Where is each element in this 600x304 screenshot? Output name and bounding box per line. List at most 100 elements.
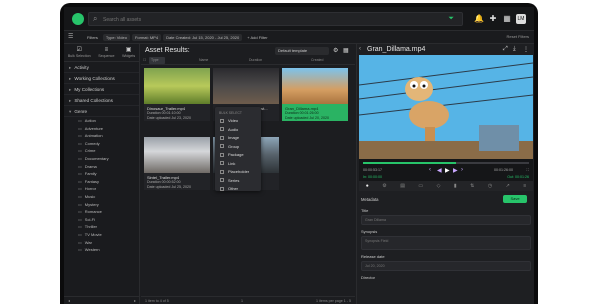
sequence-icon: ≡: [104, 47, 109, 53]
app-logo[interactable]: [72, 13, 84, 25]
asset-card-selected[interactable]: Gran_Dillama.mp4 Duration 00:01:26:00 Da…: [282, 68, 348, 121]
asset-results-panel: Asset Results: Default template ⚙ ▦ ☐ Ty…: [141, 44, 355, 304]
sidebar-item-shared-collections[interactable]: ▸ Shared Collections: [64, 95, 139, 106]
menu-item-group[interactable]: Group: [215, 143, 261, 152]
next-frame-icon[interactable]: ›: [461, 167, 463, 173]
rewind-icon[interactable]: ◀: [437, 167, 442, 174]
title-field[interactable]: Gran Dillama: [361, 215, 531, 225]
back-icon[interactable]: ‹: [359, 46, 361, 52]
tab-share-icon[interactable]: ↗: [506, 183, 510, 189]
progress-fill: [363, 162, 456, 164]
list-item[interactable]: ▭ Horror: [64, 185, 139, 193]
tab-widgets[interactable]: ▣ Widgets: [122, 47, 135, 58]
filter-chip[interactable]: Type: Video: [102, 34, 130, 41]
list-item[interactable]: ▭ Thriller: [64, 223, 139, 231]
tab-files-icon[interactable]: ▤: [400, 183, 405, 189]
list-item[interactable]: ▭ Romance: [64, 208, 139, 216]
asset-thumbnail: [144, 68, 210, 104]
select-all-checkbox[interactable]: ☐: [143, 58, 146, 62]
list-item[interactable]: ▭ Documentary: [64, 155, 139, 163]
settings-icon[interactable]: ⚙: [333, 47, 338, 54]
progress-bar[interactable]: [363, 162, 529, 164]
sidebar-item-genre[interactable]: ▾ Genre: [64, 106, 139, 117]
scroll-left-icon[interactable]: ◂: [68, 298, 70, 303]
forward-icon[interactable]: ▶: [453, 167, 458, 174]
scroll-right-icon[interactable]: ▸: [134, 297, 136, 304]
page-number[interactable]: 1: [241, 299, 243, 303]
folder-icon: ▭: [78, 163, 82, 169]
avatar-icon[interactable]: LM: [516, 14, 526, 24]
search-input[interactable]: [103, 14, 443, 25]
grid-view-icon[interactable]: ▦: [343, 47, 349, 54]
reset-filters-button[interactable]: Reset Filters: [507, 34, 529, 39]
column-duration[interactable]: Duration: [249, 58, 262, 62]
sidebar-item-working-collections[interactable]: ▸ Working Collections: [64, 73, 139, 84]
menu-item-package[interactable]: Package: [215, 151, 261, 160]
tab-history-icon[interactable]: ◷: [488, 183, 492, 189]
chevron-down-icon: ▾: [69, 109, 72, 114]
results-header: Asset Results: Default template ⚙ ▦: [141, 44, 355, 57]
filter-chip[interactable]: Date Created: Jul 15, 2020 - Jul 25, 202…: [163, 34, 243, 41]
tab-more-icon[interactable]: ≡: [523, 183, 526, 189]
folder-icon: ▭: [78, 216, 82, 222]
search-box[interactable]: ⌕ ⏷: [88, 12, 463, 26]
video-player[interactable]: [359, 55, 533, 159]
menu-item-series[interactable]: Series: [215, 177, 261, 186]
play-icon[interactable]: ▶: [445, 167, 450, 174]
template-select[interactable]: Default template: [275, 47, 329, 55]
add-filter-button[interactable]: + Add Filter: [244, 34, 270, 41]
asset-card[interactable]: Sintel_Trailer.mp4 Duration 00:00:52:00 …: [144, 137, 210, 190]
expand-icon[interactable]: ⤢: [503, 46, 508, 53]
plus-icon[interactable]: ✚: [488, 14, 498, 24]
list-item[interactable]: ▭ Comedy: [64, 140, 139, 148]
tab-sequence[interactable]: ≡ Sequence: [98, 47, 114, 58]
download-icon[interactable]: ⤓: [513, 46, 516, 53]
list-item[interactable]: ▭ Drama: [64, 163, 139, 171]
save-button[interactable]: Save: [503, 195, 527, 203]
column-type[interactable]: Type: [151, 58, 159, 62]
tab-metadata-icon[interactable]: ●: [366, 183, 369, 189]
menu-item-audio[interactable]: Audio: [215, 126, 261, 135]
list-item[interactable]: ▭ Mystery: [64, 201, 139, 209]
column-created[interactable]: Created: [311, 58, 323, 62]
column-name[interactable]: Name: [199, 58, 208, 62]
menu-item-placeholder[interactable]: Placeholder: [215, 168, 261, 177]
grid-icon[interactable]: ▦: [502, 14, 512, 24]
list-item[interactable]: ▭ Western: [64, 246, 139, 254]
list-item[interactable]: ▭ Animation: [64, 132, 139, 140]
menu-item-other[interactable]: Other: [215, 185, 261, 194]
sidebar-item-my-collections[interactable]: ▸ My Collections: [64, 84, 139, 95]
in-point[interactable]: In: 00:00:00: [363, 175, 382, 179]
prev-frame-icon[interactable]: ‹: [429, 167, 431, 173]
list-item[interactable]: ▭ Action: [64, 117, 139, 125]
tab-tags-icon[interactable]: ▮: [454, 183, 457, 189]
sidebar-item-activity[interactable]: ▸ Activity: [64, 62, 139, 73]
asset-card[interactable]: Dinosaur_Trailer.mp4 Duration 00:01:10:0…: [144, 68, 210, 121]
fullscreen-icon[interactable]: ⛶: [526, 168, 529, 172]
tab-bulk-selection[interactable]: ☑ Bulk Selection: [68, 47, 91, 58]
out-point[interactable]: Out: 00:01:26: [507, 175, 529, 179]
synopsis-field[interactable]: Synopsis Field: [361, 236, 531, 250]
filter-icon[interactable]: ⏷: [448, 15, 454, 23]
menu-icon[interactable]: ☰: [68, 33, 73, 40]
menu-item-video[interactable]: Video: [215, 117, 261, 126]
list-item[interactable]: ▭ War: [64, 239, 139, 247]
asset-thumbnail: [144, 137, 210, 173]
tab-clips-icon[interactable]: ▭: [418, 183, 423, 189]
list-item[interactable]: ▭ Fantasy: [64, 178, 139, 186]
tab-settings-icon[interactable]: ⚙: [382, 183, 386, 189]
tab-relations-icon[interactable]: ⇅: [470, 183, 474, 189]
list-item[interactable]: ▭ TV Movie: [64, 231, 139, 239]
bell-icon[interactable]: 🔔: [474, 14, 484, 24]
list-item[interactable]: ▭ Sci-Fi: [64, 216, 139, 224]
release-date-field[interactable]: Jul 20, 2020: [361, 261, 531, 271]
list-item[interactable]: ▭ Music: [64, 193, 139, 201]
tab-comments-icon[interactable]: ◇: [437, 183, 441, 189]
list-item[interactable]: ▭ Family: [64, 170, 139, 178]
menu-item-link[interactable]: Link: [215, 160, 261, 169]
more-icon[interactable]: ⋮: [523, 46, 529, 53]
list-item[interactable]: ▭ Crime: [64, 147, 139, 155]
filter-chip[interactable]: Format: MP4: [131, 34, 162, 41]
list-item[interactable]: ▭ Adventure: [64, 125, 139, 133]
menu-item-image[interactable]: Image: [215, 134, 261, 143]
